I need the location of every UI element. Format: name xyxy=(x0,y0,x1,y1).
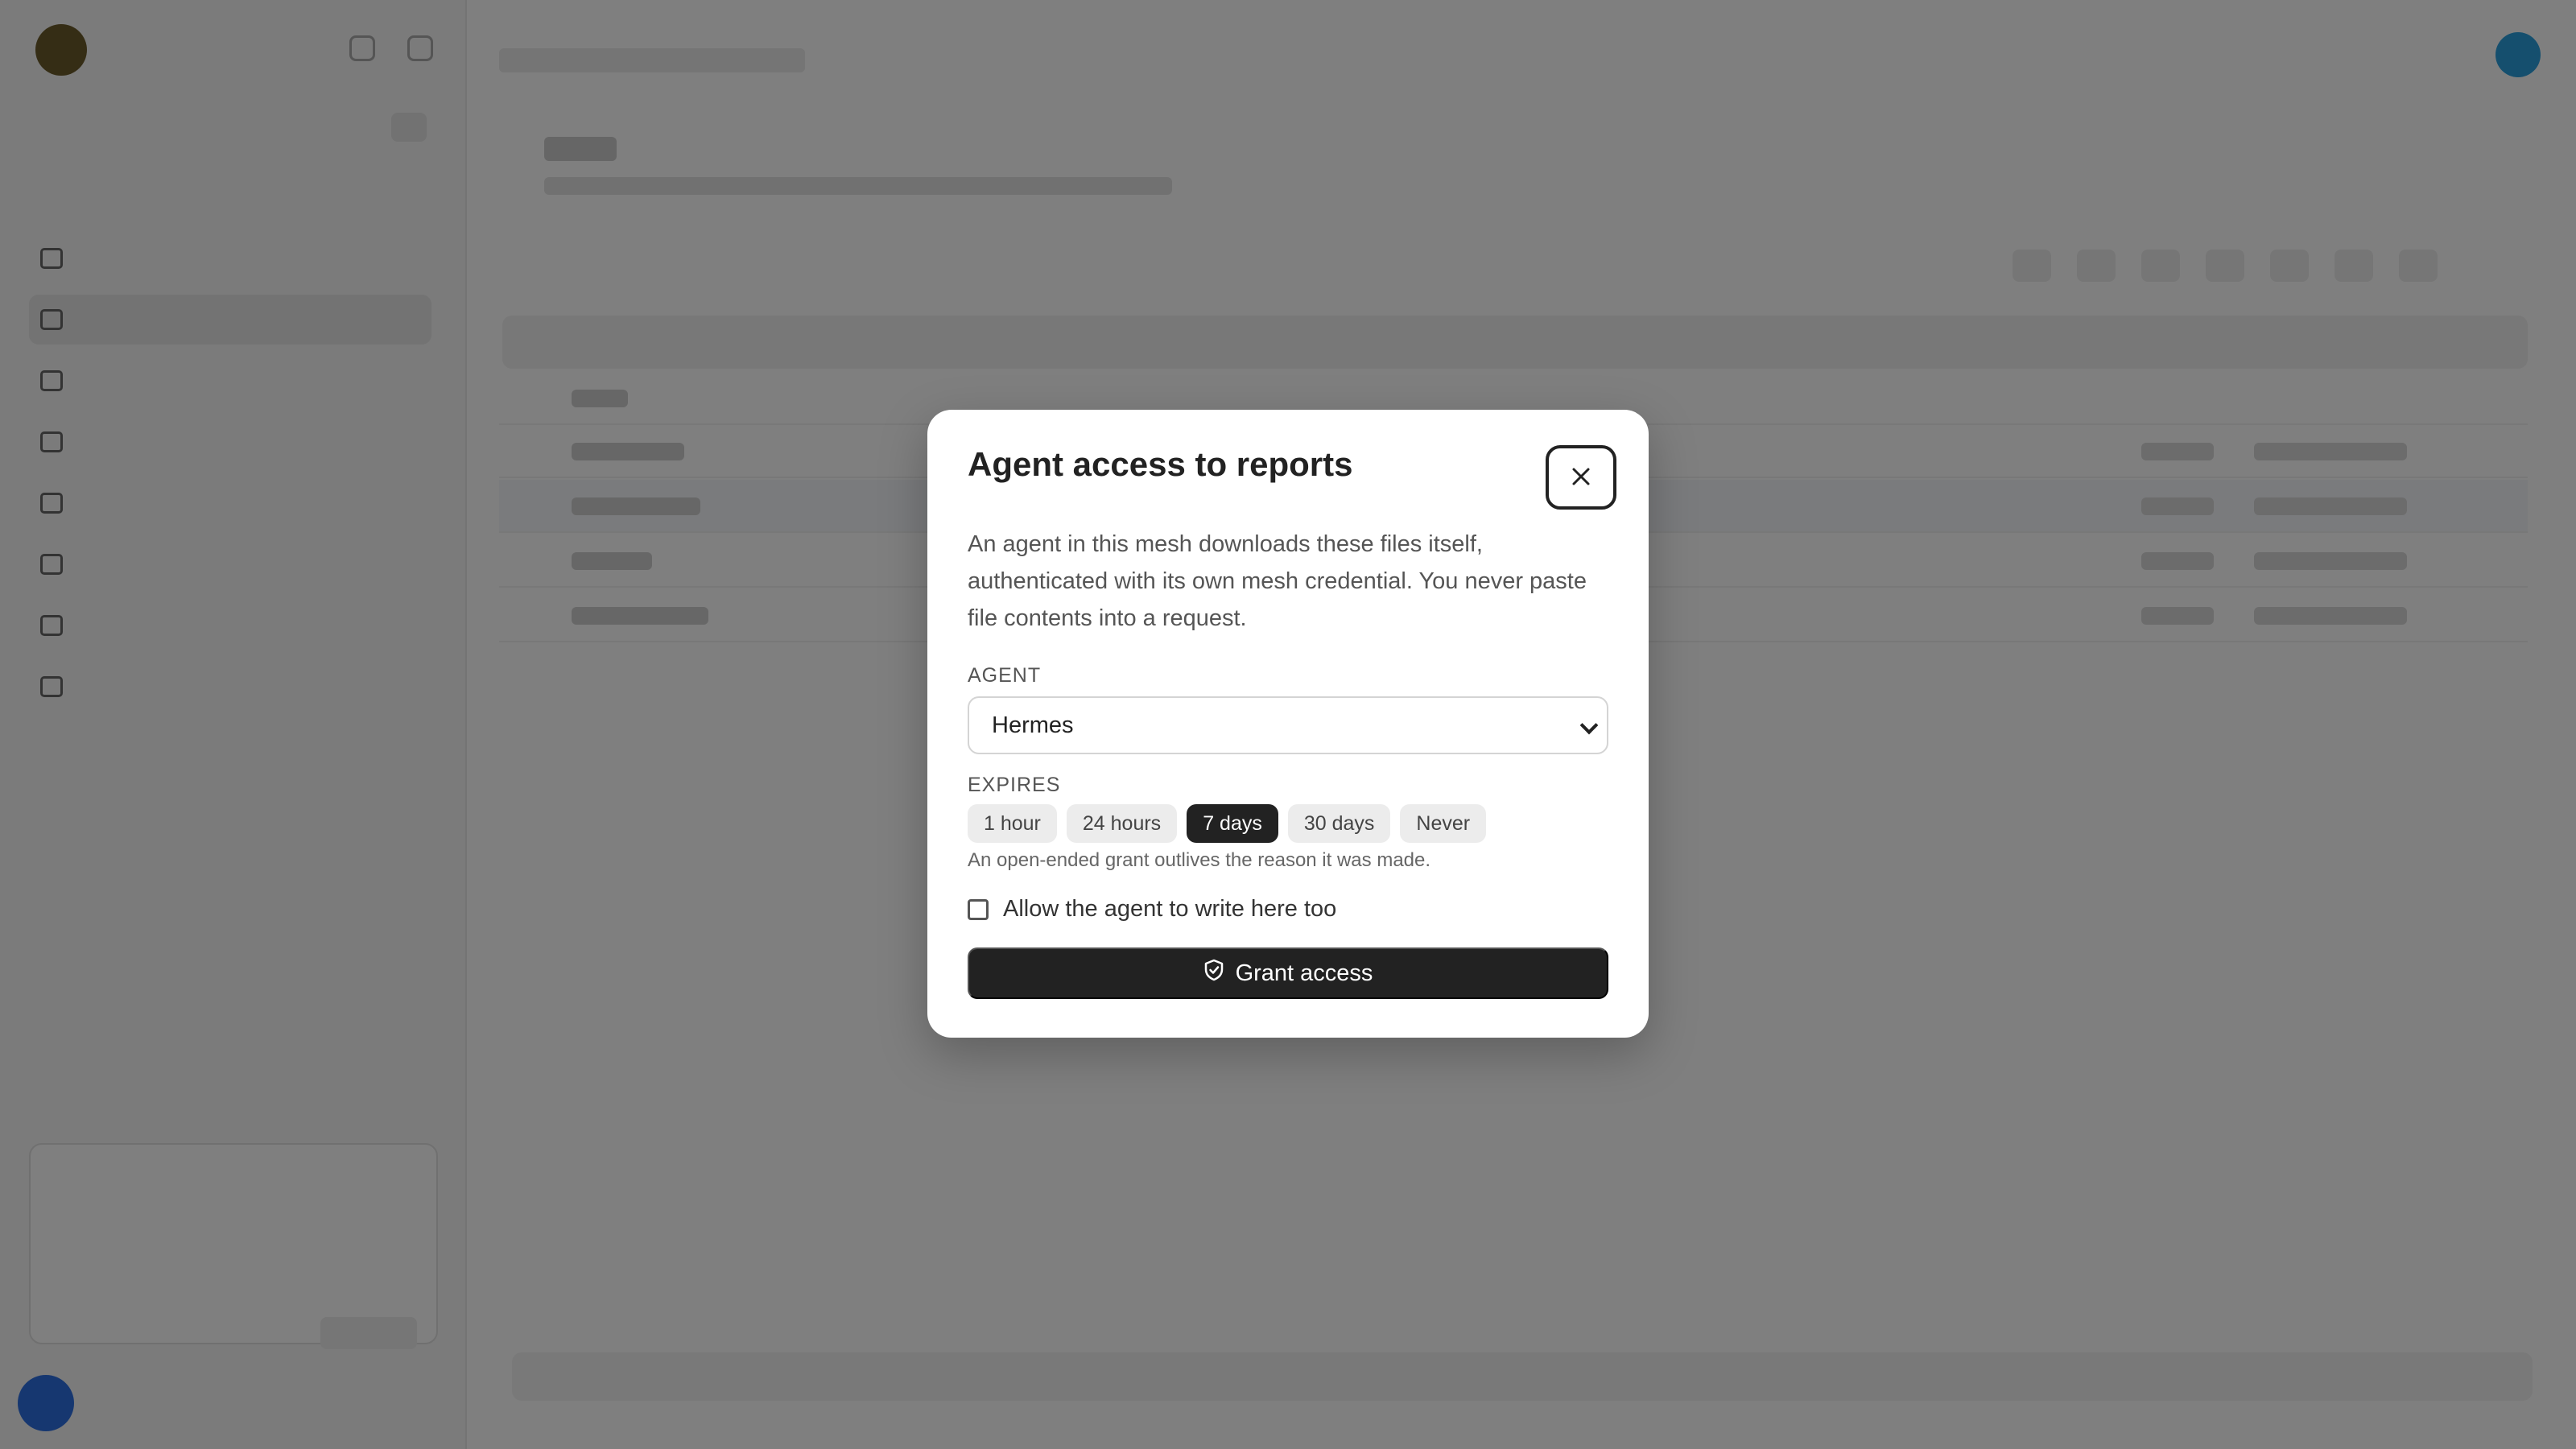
dialog-title: Agent access to reports xyxy=(968,445,1353,483)
expiry-option-1-hour[interactable]: 1 hour xyxy=(968,804,1057,843)
write-permission-row[interactable]: Allow the agent to write here too xyxy=(968,896,1336,923)
grant-access-button[interactable]: Grant access xyxy=(968,947,1608,999)
agent-select[interactable]: Hermes xyxy=(968,696,1608,754)
expiry-option-7-days[interactable]: 7 days xyxy=(1187,804,1278,843)
expiry-option-30-days[interactable]: 30 days xyxy=(1287,804,1391,843)
expiry-option-never[interactable]: Never xyxy=(1400,804,1487,843)
agent-access-dialog: Agent access to reports An agent in this… xyxy=(927,410,1649,1038)
expiry-hint: An open-ended grant outlives the reason … xyxy=(968,849,1431,871)
write-permission-label: Allow the agent to write here too xyxy=(1003,896,1337,922)
shield-check-icon xyxy=(1203,959,1224,988)
write-permission-checkbox[interactable] xyxy=(968,898,989,920)
grant-access-label: Grant access xyxy=(1235,960,1373,986)
chevron-down-icon xyxy=(1579,716,1599,735)
expiry-option-24-hours[interactable]: 24 hours xyxy=(1066,804,1178,843)
agent-select-value: Hermes xyxy=(992,712,1074,738)
close-button[interactable] xyxy=(1546,445,1616,510)
expiry-options: 1 hour 24 hours 7 days 30 days Never xyxy=(968,804,1487,843)
agent-label: AGENT xyxy=(968,664,1042,687)
expires-label: EXPIRES xyxy=(968,774,1061,796)
close-icon xyxy=(1571,466,1591,489)
dialog-description: An agent in this mesh downloads these fi… xyxy=(968,531,1587,631)
